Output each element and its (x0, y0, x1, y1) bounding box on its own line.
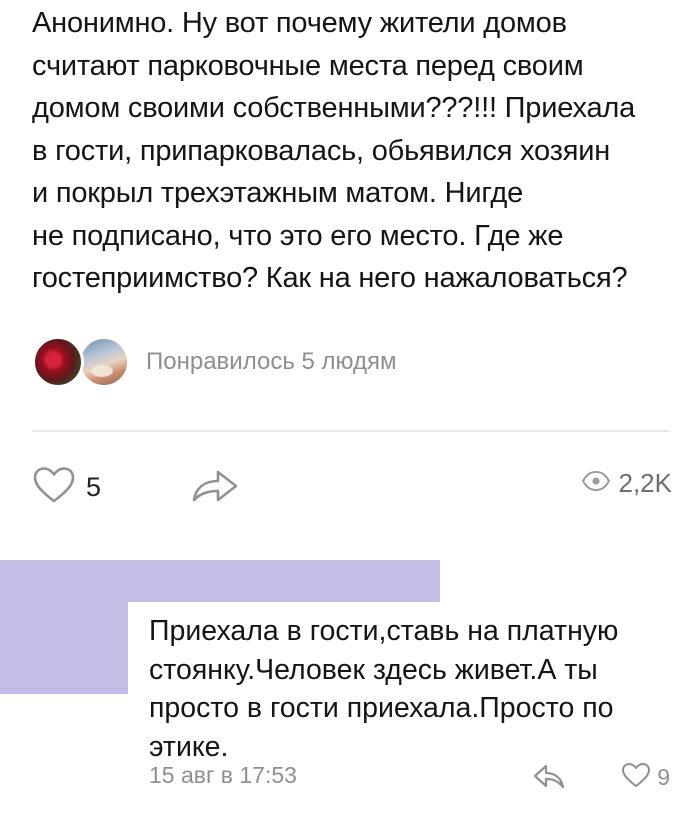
heart-outline-icon (32, 466, 76, 509)
views-count: 2,2K (618, 468, 673, 498)
avatar[interactable] (32, 336, 84, 388)
comment-like-button[interactable]: 9 (621, 762, 670, 793)
like-count: 5 (86, 472, 102, 502)
reply-arrow-icon (533, 764, 567, 794)
comment-text: Приехала в гости,ставь на платную стоянк… (149, 615, 619, 763)
post-text: Анонимно. Ну вот почему жители домов счи… (32, 7, 636, 294)
like-button[interactable]: 5 (32, 466, 101, 509)
share-arrow-icon (190, 470, 240, 508)
liked-by-row[interactable]: Понравилось 5 людям (32, 333, 397, 391)
comment-meta: 15 авг в 17:53 9 (149, 762, 670, 792)
views-counter: 2,2K (581, 468, 673, 499)
quote-highlight (0, 560, 440, 602)
avatar[interactable] (78, 336, 130, 388)
quote-highlight (0, 602, 128, 694)
divider (32, 430, 669, 432)
liked-by-text[interactable]: Понравилось 5 людям (146, 348, 397, 376)
heart-outline-icon (621, 762, 651, 793)
comment-date: 15 авг в 17:53 (149, 762, 297, 788)
post-actions: 5 2,2K (32, 466, 672, 510)
share-button[interactable] (190, 468, 240, 509)
eye-icon (581, 470, 611, 497)
reply-button[interactable] (533, 762, 567, 795)
comment-like-count: 9 (657, 764, 670, 790)
